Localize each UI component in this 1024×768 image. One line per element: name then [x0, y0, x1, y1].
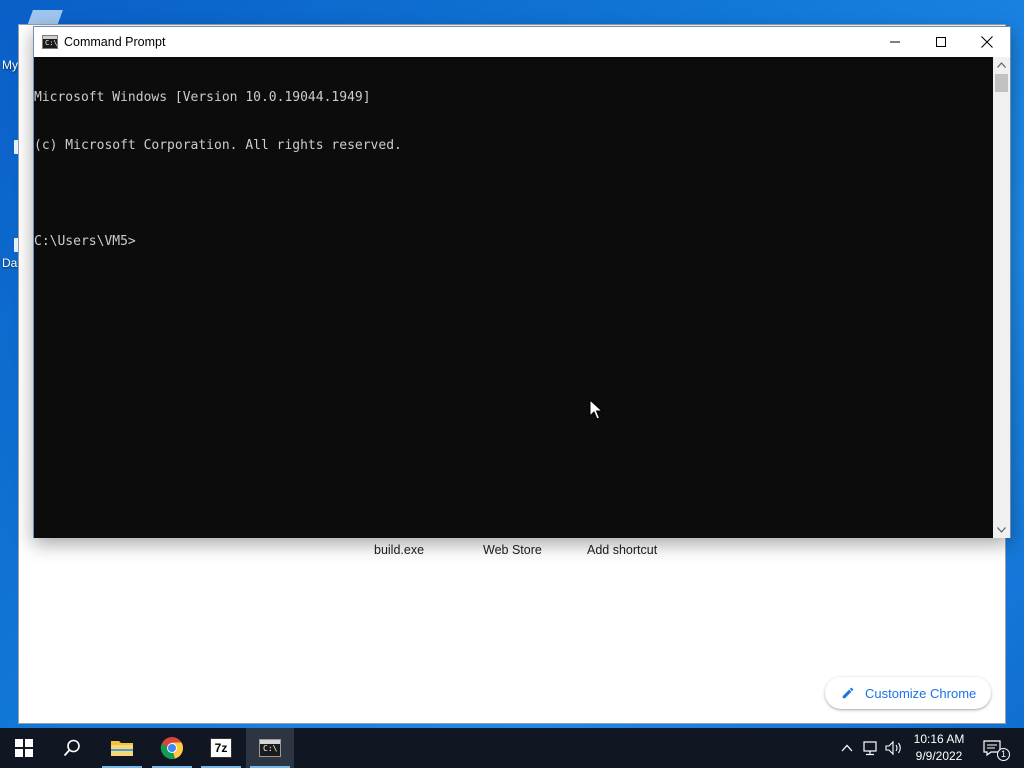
clock-time: 10:16 AM [913, 732, 965, 746]
minimize-button[interactable] [872, 27, 918, 57]
desktop-icon-label-my[interactable]: My [2, 58, 18, 72]
console-line: (c) Microsoft Corporation. All rights re… [34, 138, 402, 153]
mouse-cursor-icon [589, 399, 603, 420]
console-line: Microsoft Windows [Version 10.0.19044.19… [34, 90, 371, 105]
network-icon [863, 741, 877, 756]
maximize-icon [936, 37, 946, 47]
cmd-icon: C:\ [42, 35, 58, 49]
chevron-up-icon [841, 744, 853, 752]
7zip-button[interactable]: 7z [197, 728, 245, 768]
console-prompt: C:\Users\VM5> [34, 234, 136, 249]
folder-icon [111, 741, 133, 756]
shortcut-build-exe[interactable]: build.exe [374, 543, 424, 557]
customize-chrome-button[interactable]: Customize Chrome [825, 677, 991, 709]
scrollbar-thumb[interactable] [995, 74, 1008, 92]
file-explorer-button[interactable] [98, 728, 146, 768]
search-button[interactable] [48, 728, 96, 768]
customize-chrome-label: Customize Chrome [865, 685, 977, 701]
show-hidden-icons-button[interactable] [838, 728, 856, 768]
close-button[interactable] [964, 27, 1010, 57]
speaker-icon [885, 740, 901, 756]
start-button[interactable] [0, 728, 48, 768]
network-button[interactable] [861, 728, 881, 768]
taskbar: 7z C:\ 10:16 AM 9/9/2022 1 [0, 728, 1024, 768]
console-output[interactable]: Microsoft Windows [Version 10.0.19044.19… [34, 57, 994, 538]
search-icon [63, 739, 80, 757]
vertical-scrollbar[interactable] [993, 57, 1010, 538]
command-prompt-window[interactable]: C:\ Command Prompt Microsoft Windows [Ve… [33, 26, 1011, 538]
clock[interactable]: 10:16 AM 9/9/2022 [908, 731, 970, 765]
7zip-icon: 7z [210, 738, 232, 758]
desktop-icon-label-da[interactable]: Da [2, 256, 17, 270]
clock-date: 9/9/2022 [915, 749, 963, 763]
chrome-icon [160, 737, 183, 760]
scroll-down-arrow-icon[interactable] [993, 522, 1010, 538]
command-prompt-taskbar-button[interactable]: C:\ [246, 728, 294, 768]
windows-logo-icon [15, 739, 33, 757]
close-icon [981, 36, 993, 48]
cmd-icon: C:\ [259, 739, 281, 757]
pencil-icon [842, 687, 854, 699]
window-title: Command Prompt [64, 35, 166, 49]
scroll-up-arrow-icon[interactable] [993, 57, 1010, 73]
shortcut-add-shortcut[interactable]: Add shortcut [587, 543, 657, 557]
chrome-button[interactable] [148, 728, 196, 768]
notification-count-badge: 1 [997, 748, 1010, 761]
volume-button[interactable] [884, 728, 904, 768]
minimize-icon [890, 41, 900, 43]
shortcut-web-store[interactable]: Web Store [483, 543, 542, 557]
title-bar[interactable]: C:\ Command Prompt [34, 27, 1010, 57]
maximize-button[interactable] [918, 27, 964, 57]
